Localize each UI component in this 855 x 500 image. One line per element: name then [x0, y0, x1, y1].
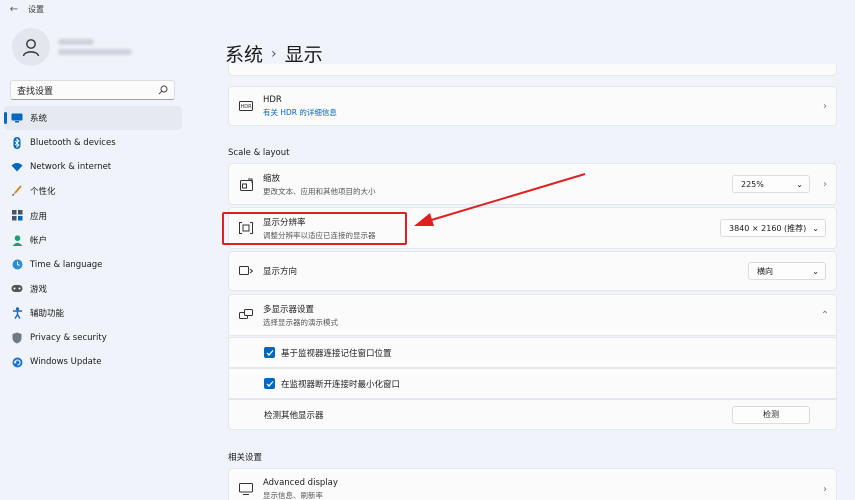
orientation-title: 显示方向	[263, 267, 298, 277]
back-arrow-icon[interactable]: ←	[0, 4, 28, 15]
sidebar-item-label: Privacy & security	[30, 332, 107, 343]
svg-text:HDR: HDR	[240, 104, 252, 110]
sidebar-item-gaming[interactable]: 游戏	[4, 277, 182, 301]
sidebar-item-time-language[interactable]: Time & language	[4, 252, 182, 276]
sidebar-item-windows-update[interactable]: Windows Update	[4, 350, 182, 374]
multi-display-icon	[229, 309, 263, 321]
option-minimize-windows[interactable]: 在监视器断开连接时最小化窗口	[228, 368, 837, 399]
sidebar-item-accounts[interactable]: 帐户	[4, 228, 182, 252]
accessibility-icon	[10, 307, 24, 320]
resolution-dropdown[interactable]: 3840 × 2160 (推荐) ⌄	[720, 219, 826, 237]
sidebar-item-personalization[interactable]: 个性化	[4, 179, 182, 203]
avatar[interactable]	[12, 28, 50, 66]
chevron-right-icon: ›	[823, 483, 827, 495]
shield-icon	[10, 332, 24, 344]
option-remember-window-positions[interactable]: 基于监视器连接记住窗口位置	[228, 337, 837, 368]
sidebar-item-label: 个性化	[30, 187, 56, 198]
monitor-icon	[229, 483, 263, 495]
advanced-display-title: Advanced display	[263, 477, 338, 488]
bluetooth-icon	[10, 136, 24, 149]
orientation-dropdown[interactable]: 横向 ⌄	[748, 262, 826, 280]
search-input[interactable]: 查找设置	[10, 80, 175, 100]
brush-icon	[10, 185, 24, 197]
detect-button[interactable]: 检测	[732, 405, 810, 424]
checkbox-checked[interactable]	[264, 347, 275, 358]
scale-icon	[229, 178, 263, 191]
multi-display-card[interactable]: 多显示器设置 选择显示器的演示模式 ⌃	[228, 294, 837, 336]
person-icon	[10, 234, 24, 246]
sidebar-item-label: Time & language	[30, 259, 103, 270]
sidebar-item-label: Network & internet	[30, 161, 112, 172]
resolution-card[interactable]: 显示分辨率 调整分辨率以适应已连接的显示器 3840 × 2160 (推荐) ⌄	[228, 207, 837, 249]
detect-label: 检测其他显示器	[264, 410, 324, 421]
chevron-down-icon: ⌄	[796, 179, 803, 189]
sidebar-item-apps[interactable]: 应用	[4, 204, 182, 228]
sidebar-item-label: 帐户	[30, 236, 48, 247]
orientation-value: 横向	[757, 266, 773, 276]
option-label: 基于监视器连接记住窗口位置	[281, 348, 392, 359]
hdr-card[interactable]: HDR HDR 有关 HDR 的详细信息 ›	[228, 86, 837, 126]
scale-title: 缩放	[263, 173, 281, 184]
orientation-card[interactable]: 显示方向 横向 ⌄	[228, 251, 837, 291]
sidebar-item-network[interactable]: Network & internet	[4, 155, 182, 179]
checkbox-checked[interactable]	[264, 378, 275, 389]
sidebar: 查找设置 系统 Bluetooth & devices Network & in…	[0, 18, 190, 500]
scale-dropdown[interactable]: 225% ⌄	[732, 175, 810, 193]
page-title: 显示	[284, 44, 323, 66]
hdr-title: HDR	[263, 94, 282, 105]
sidebar-item-system[interactable]: 系统	[4, 106, 182, 131]
advanced-display-subtitle: 显示信息、刷新率	[263, 490, 323, 500]
resolution-value: 3840 × 2160 (推荐)	[729, 223, 807, 233]
resolution-subtitle: 调整分辨率以适应已连接的显示器	[263, 230, 376, 240]
scale-subtitle: 更改文本、应用和其他项目的大小	[263, 186, 376, 196]
title-bar: ← 设置	[0, 0, 855, 18]
profile-info-blurred	[58, 35, 132, 59]
update-icon	[10, 356, 24, 368]
breadcrumb-separator: ›	[271, 45, 277, 62]
monitor-icon	[10, 112, 24, 124]
user-profile[interactable]	[12, 28, 132, 66]
option-label: 在监视器断开连接时最小化窗口	[281, 379, 401, 390]
hdr-icon: HDR	[229, 101, 263, 111]
advanced-display-card[interactable]: Advanced display 显示信息、刷新率 ›	[228, 468, 837, 500]
sidebar-item-label: 辅助功能	[30, 309, 65, 320]
hdr-info-link[interactable]: 有关 HDR 的详细信息	[263, 107, 814, 118]
apps-icon	[10, 210, 24, 222]
sidebar-item-label: 游戏	[30, 284, 48, 295]
chevron-right-icon: ›	[823, 100, 827, 112]
breadcrumb: 系统 › 显示	[225, 40, 323, 67]
wifi-icon	[10, 161, 24, 173]
orientation-icon	[229, 265, 263, 277]
chevron-right-icon[interactable]: ›	[814, 179, 836, 190]
sidebar-item-privacy[interactable]: Privacy & security	[4, 326, 182, 350]
gamepad-icon	[10, 283, 24, 295]
chevron-down-icon: ⌄	[812, 266, 819, 276]
scale-card[interactable]: 缩放 更改文本、应用和其他项目的大小 225% ⌄ ›	[228, 163, 837, 205]
window-title: 设置	[28, 4, 44, 14]
globe-clock-icon	[10, 259, 24, 271]
resolution-icon	[229, 222, 263, 234]
search-icon[interactable]	[158, 85, 168, 95]
sidebar-item-label: 应用	[30, 211, 48, 222]
chevron-down-icon: ⌄	[812, 223, 819, 233]
multi-display-title: 多显示器设置	[263, 304, 315, 315]
multi-display-subtitle: 选择显示器的演示模式	[263, 317, 338, 327]
resolution-title: 显示分辨率	[263, 217, 306, 228]
sidebar-item-label: Bluetooth & devices	[30, 137, 116, 148]
scale-value: 225%	[741, 179, 764, 189]
sidebar-item-accessibility[interactable]: 辅助功能	[4, 301, 182, 325]
previous-setting-card[interactable]	[228, 64, 837, 76]
section-scale-layout: Scale & layout	[228, 148, 290, 158]
sidebar-nav: 系统 Bluetooth & devices Network & interne…	[4, 106, 182, 374]
section-related-settings: 相关设置	[228, 453, 263, 463]
chevron-up-icon[interactable]: ⌃	[814, 310, 836, 321]
person-icon	[22, 39, 40, 57]
detect-displays-row: 检测其他显示器 检测	[228, 399, 837, 430]
breadcrumb-parent[interactable]: 系统	[225, 40, 263, 67]
sidebar-item-label: 系统	[30, 114, 48, 125]
sidebar-item-label: Windows Update	[30, 357, 102, 368]
sidebar-item-bluetooth[interactable]: Bluetooth & devices	[4, 130, 182, 154]
search-placeholder: 查找设置	[17, 86, 54, 97]
